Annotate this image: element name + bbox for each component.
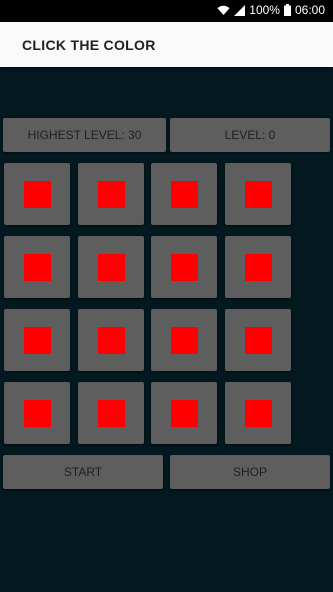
- color-swatch: [171, 254, 198, 281]
- color-tile[interactable]: [225, 163, 291, 225]
- app-bar: CLICK THE COLOR: [0, 22, 333, 67]
- color-tile[interactable]: [78, 163, 144, 225]
- color-swatch: [98, 181, 125, 208]
- shop-button[interactable]: SHOP: [170, 455, 330, 489]
- start-button[interactable]: START: [3, 455, 163, 489]
- color-tile[interactable]: [4, 382, 70, 444]
- color-tile[interactable]: [4, 163, 70, 225]
- level-display[interactable]: LEVEL: 0: [170, 118, 330, 152]
- battery-icon: [283, 4, 291, 16]
- color-swatch: [24, 181, 51, 208]
- color-tile[interactable]: [225, 236, 291, 298]
- color-tile[interactable]: [151, 163, 217, 225]
- highest-level-display[interactable]: HIGHEST LEVEL: 30: [3, 118, 166, 152]
- color-tile[interactable]: [4, 309, 70, 371]
- status-bar: 100% 06:00: [0, 0, 333, 22]
- color-swatch: [245, 254, 272, 281]
- color-tile[interactable]: [78, 236, 144, 298]
- color-swatch: [24, 254, 51, 281]
- color-swatch: [245, 181, 272, 208]
- color-tile[interactable]: [151, 236, 217, 298]
- highest-level-label: HIGHEST LEVEL: 30: [27, 128, 142, 142]
- color-swatch: [171, 400, 198, 427]
- page-title: CLICK THE COLOR: [22, 37, 156, 53]
- start-button-label: START: [63, 465, 103, 479]
- status-icons: 100% 06:00: [217, 3, 325, 17]
- color-swatch: [24, 400, 51, 427]
- battery-percent: 100%: [249, 3, 280, 17]
- color-tile[interactable]: [225, 309, 291, 371]
- color-swatch: [98, 254, 125, 281]
- signal-icon: [234, 4, 246, 16]
- color-swatch: [98, 400, 125, 427]
- color-swatch: [171, 181, 198, 208]
- status-time: 06:00: [294, 3, 325, 17]
- level-label: LEVEL: 0: [224, 128, 276, 142]
- color-swatch: [245, 327, 272, 354]
- color-swatch: [245, 400, 272, 427]
- color-tile[interactable]: [151, 309, 217, 371]
- shop-button-label: SHOP: [232, 465, 267, 479]
- color-swatch: [98, 327, 125, 354]
- color-tile[interactable]: [225, 382, 291, 444]
- wifi-icon: [217, 5, 230, 16]
- color-swatch: [24, 327, 51, 354]
- color-tile[interactable]: [78, 382, 144, 444]
- color-tile[interactable]: [78, 309, 144, 371]
- color-tile[interactable]: [4, 236, 70, 298]
- color-tile[interactable]: [151, 382, 217, 444]
- color-swatch: [171, 327, 198, 354]
